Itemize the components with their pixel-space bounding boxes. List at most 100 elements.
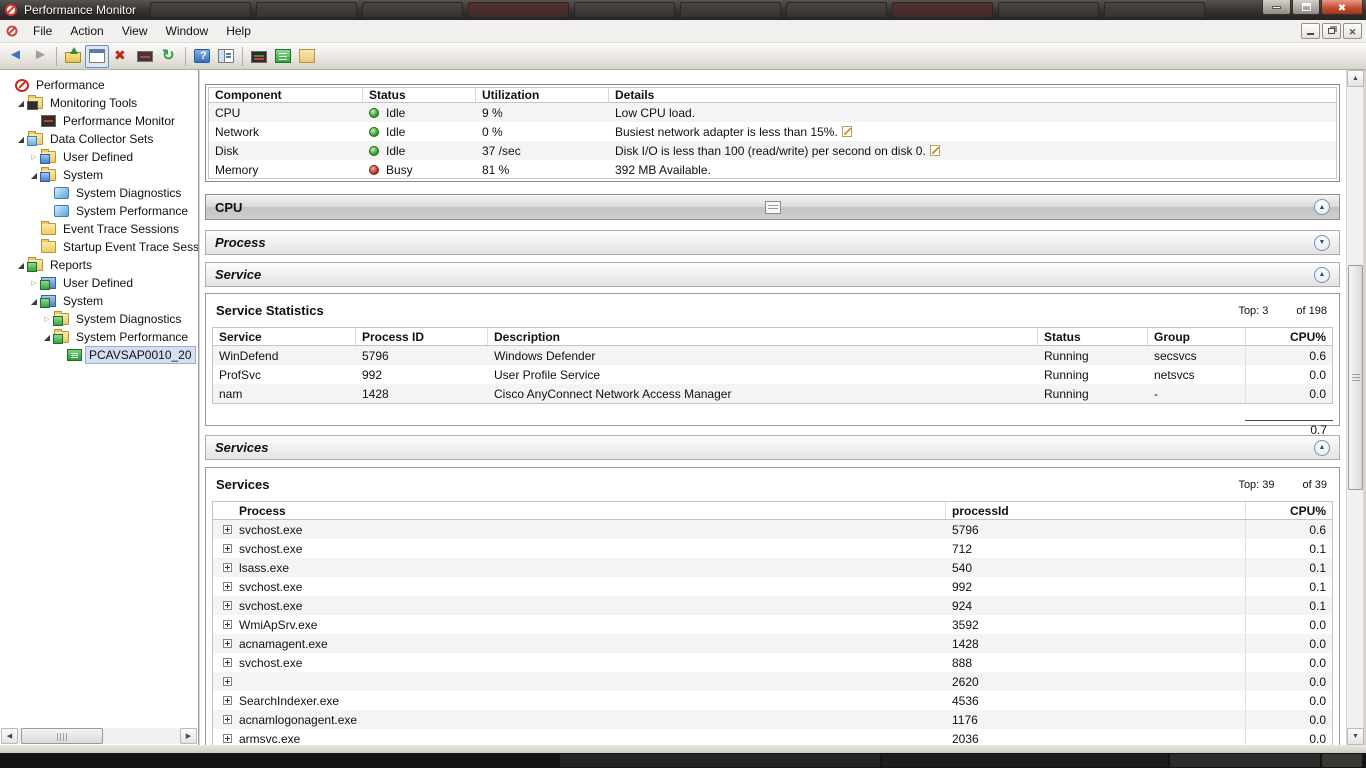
expand-row-icon[interactable] bbox=[223, 677, 232, 686]
note-link-icon[interactable] bbox=[930, 145, 940, 156]
taskbar-window-button[interactable] bbox=[998, 2, 1099, 18]
services-row-svchost-exe[interactable]: svchost.exe9920.1 bbox=[213, 577, 1332, 596]
section-header-service[interactable]: Service bbox=[205, 262, 1340, 287]
services-row-svchost-exe[interactable]: svchost.exe7120.1 bbox=[213, 539, 1332, 558]
overview-col-details[interactable]: Details bbox=[609, 88, 1336, 102]
taskbar-window-button[interactable] bbox=[150, 2, 251, 18]
stats-row-windefend[interactable]: WinDefend5796Windows DefenderRunningsecs… bbox=[213, 346, 1332, 365]
menu-help[interactable]: Help bbox=[217, 20, 260, 42]
tree-horizontal-scrollbar[interactable]: ◀ ▶ bbox=[1, 728, 197, 744]
services-row-searchindexer-exe[interactable]: SearchIndexer.exe45360.0 bbox=[213, 691, 1332, 710]
collapse-section-button[interactable] bbox=[1314, 267, 1330, 283]
menu-window[interactable]: Window bbox=[157, 20, 218, 42]
scroll-left-button[interactable]: ◀ bbox=[1, 728, 18, 744]
tree-item-user-defined[interactable]: ▷User Defined bbox=[0, 148, 198, 166]
tree-item-reports[interactable]: ◢Reports bbox=[0, 256, 198, 274]
services-row-wmiapsrv-exe[interactable]: WmiApSrv.exe35920.0 bbox=[213, 615, 1332, 634]
close-button[interactable] bbox=[1321, 0, 1363, 15]
console-window-button[interactable] bbox=[85, 45, 109, 68]
expand-row-icon[interactable] bbox=[223, 715, 232, 724]
maximize-button[interactable] bbox=[1292, 0, 1320, 15]
stats-col-cpu[interactable]: CPU% bbox=[1246, 328, 1332, 345]
expand-arrow-icon[interactable]: ▷ bbox=[41, 315, 53, 323]
expand-row-icon[interactable] bbox=[223, 658, 232, 667]
delete-button[interactable] bbox=[109, 45, 133, 68]
note-link-icon[interactable] bbox=[842, 126, 852, 137]
taskbar-window-button[interactable] bbox=[786, 2, 887, 18]
services-col-processid[interactable]: processId bbox=[946, 502, 1246, 519]
help-button[interactable] bbox=[190, 45, 214, 68]
overview-col-component[interactable]: Component bbox=[209, 88, 363, 102]
stats-col-description[interactable]: Description bbox=[488, 328, 1038, 345]
refresh-button[interactable] bbox=[157, 45, 181, 68]
minimize-button[interactable] bbox=[1262, 0, 1291, 15]
expand-row-icon[interactable] bbox=[223, 734, 232, 743]
collapse-arrow-icon[interactable]: ◢ bbox=[28, 297, 40, 306]
expand-row-icon[interactable] bbox=[223, 582, 232, 591]
expand-arrow-icon[interactable]: ▷ bbox=[28, 279, 40, 287]
services-row-lsass-exe[interactable]: lsass.exe5400.1 bbox=[213, 558, 1332, 577]
stats-row-nam[interactable]: nam1428Cisco AnyConnect Network Access M… bbox=[213, 384, 1332, 403]
section-header-process[interactable]: Process bbox=[205, 230, 1340, 255]
performance-chart-button[interactable] bbox=[247, 45, 271, 68]
report-vertical-scrollbar[interactable]: ▲ ▼ bbox=[1346, 70, 1363, 745]
services-col-process[interactable]: Process bbox=[213, 502, 946, 519]
tree-item-performance-monitor[interactable]: Performance Monitor bbox=[0, 112, 198, 130]
horizontal-scroll-thumb[interactable] bbox=[21, 728, 103, 744]
collapse-arrow-icon[interactable]: ◢ bbox=[15, 135, 27, 144]
stats-col-process-id[interactable]: Process ID bbox=[356, 328, 488, 345]
tree-item-system[interactable]: ◢System bbox=[0, 292, 198, 310]
tree-item-system-performance[interactable]: ◢System Performance bbox=[0, 328, 198, 346]
expand-arrow-icon[interactable]: ▷ bbox=[28, 153, 40, 161]
overview-col-status[interactable]: Status bbox=[363, 88, 476, 102]
section-menu-icon[interactable] bbox=[765, 201, 781, 214]
forward-button[interactable] bbox=[28, 45, 52, 68]
taskbar-window-button[interactable] bbox=[362, 2, 463, 18]
stats-row-profsvc[interactable]: ProfSvc992User Profile ServiceRunningnet… bbox=[213, 365, 1332, 384]
services-row-2620[interactable]: 26200.0 bbox=[213, 672, 1332, 691]
stats-col-group[interactable]: Group bbox=[1148, 328, 1246, 345]
menu-action[interactable]: Action bbox=[61, 20, 112, 42]
report-button[interactable] bbox=[271, 45, 295, 68]
collapse-arrow-icon[interactable]: ◢ bbox=[28, 171, 40, 180]
expand-row-icon[interactable] bbox=[223, 696, 232, 705]
expand-section-button[interactable] bbox=[1314, 235, 1330, 251]
menu-file[interactable]: File bbox=[24, 20, 61, 42]
tree-item-user-defined[interactable]: ▷User Defined bbox=[0, 274, 198, 292]
overview-col-utilization[interactable]: Utilization bbox=[476, 88, 609, 102]
tree-item-pcavsap0010-20[interactable]: PCAVSAP0010_20 bbox=[0, 346, 198, 364]
expand-row-icon[interactable] bbox=[223, 639, 232, 648]
collapse-arrow-icon[interactable]: ◢ bbox=[15, 99, 27, 108]
taskbar-window-button[interactable] bbox=[1104, 2, 1205, 18]
tree-item-system-diagnostics[interactable]: System Diagnostics bbox=[0, 184, 198, 202]
menu-view[interactable]: View bbox=[113, 20, 157, 42]
expand-row-icon[interactable] bbox=[223, 544, 232, 553]
expand-row-icon[interactable] bbox=[223, 563, 232, 572]
horizontal-scroll-track[interactable] bbox=[18, 728, 180, 744]
show-tree-button[interactable] bbox=[214, 45, 238, 68]
collapse-section-button[interactable] bbox=[1314, 440, 1330, 456]
mdi-close-button[interactable] bbox=[1343, 23, 1362, 39]
services-col-cpu[interactable]: CPU% bbox=[1246, 502, 1332, 519]
tree-item-system[interactable]: ◢System bbox=[0, 166, 198, 184]
taskbar-window-button[interactable] bbox=[574, 2, 675, 18]
section-header-cpu[interactable]: CPU bbox=[205, 194, 1340, 220]
tree-item-system-diagnostics[interactable]: ▷System Diagnostics bbox=[0, 310, 198, 328]
notes-button[interactable] bbox=[295, 45, 319, 68]
tree-item-monitoring-tools[interactable]: ◢Monitoring Tools bbox=[0, 94, 198, 112]
stats-col-service[interactable]: Service bbox=[213, 328, 356, 345]
tree-item-performance[interactable]: Performance bbox=[0, 76, 198, 94]
collapse-arrow-icon[interactable]: ◢ bbox=[41, 333, 53, 342]
scroll-up-button[interactable]: ▲ bbox=[1347, 70, 1364, 87]
screen-button[interactable] bbox=[133, 45, 157, 68]
mdi-minimize-button[interactable] bbox=[1301, 23, 1320, 39]
services-row-svchost-exe[interactable]: svchost.exe8880.0 bbox=[213, 653, 1332, 672]
expand-row-icon[interactable] bbox=[223, 525, 232, 534]
expand-row-icon[interactable] bbox=[223, 620, 232, 629]
services-row-acnamagent-exe[interactable]: acnamagent.exe14280.0 bbox=[213, 634, 1332, 653]
services-row-svchost-exe[interactable]: svchost.exe9240.1 bbox=[213, 596, 1332, 615]
tree-item-startup-event-trace-sess[interactable]: Startup Event Trace Sess bbox=[0, 238, 198, 256]
export-button[interactable] bbox=[61, 45, 85, 68]
stats-col-status[interactable]: Status bbox=[1038, 328, 1148, 345]
services-row-acnamlogonagent-exe[interactable]: acnamlogonagent.exe11760.0 bbox=[213, 710, 1332, 729]
